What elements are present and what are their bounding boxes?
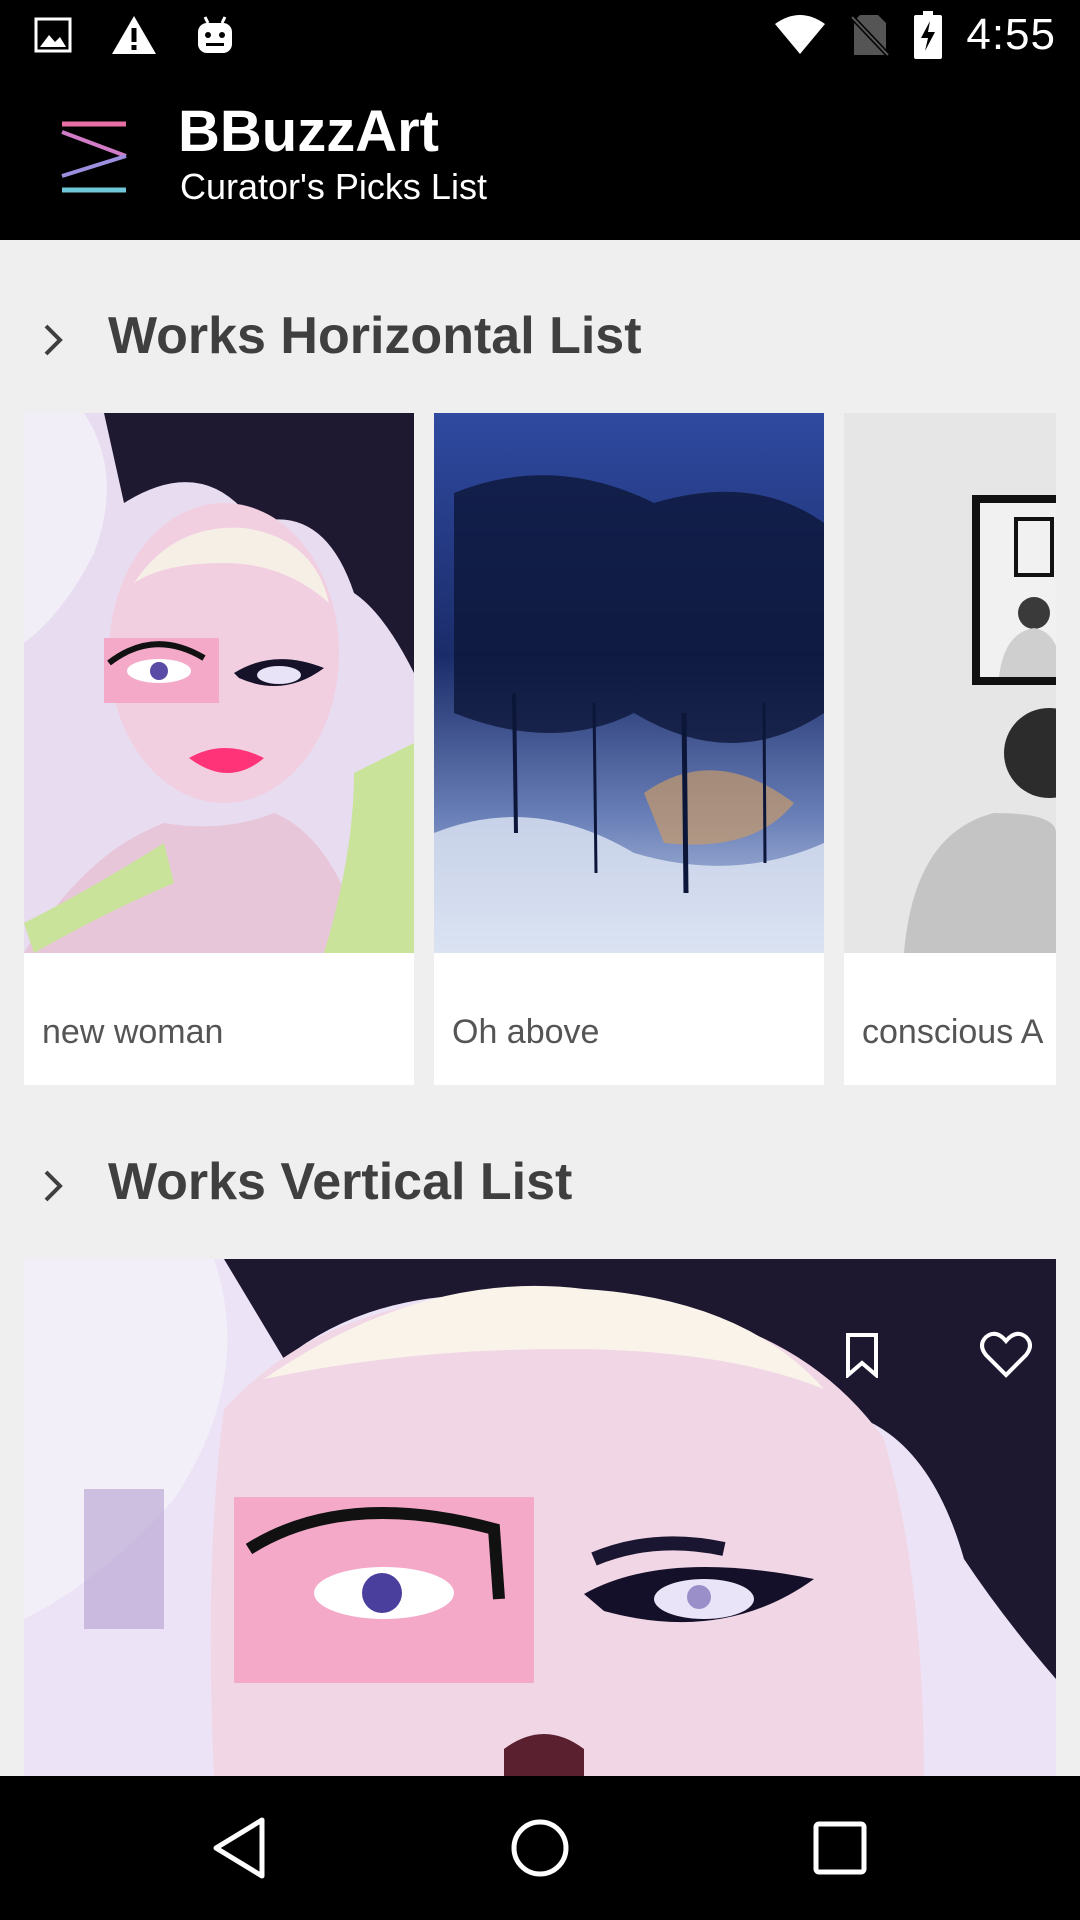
home-icon[interactable] <box>504 1812 576 1884</box>
android-icon <box>198 16 232 53</box>
heart-icon <box>980 1331 1032 1378</box>
app-title: BBuzzArt <box>178 99 439 164</box>
no-sim-icon <box>850 15 891 57</box>
vertical-work-card[interactable] <box>24 1259 1056 1776</box>
work-card[interactable]: Oh above <box>434 413 824 1085</box>
like-button[interactable] <box>976 1325 1036 1385</box>
warning-icon <box>112 16 156 54</box>
work-card[interactable]: new woman <box>24 413 414 1085</box>
section-title: Works Vertical List <box>108 1153 573 1211</box>
main-content[interactable]: Works Horizontal List new woman Oh above… <box>0 240 1080 1776</box>
artwork-image <box>434 413 824 953</box>
page-subtitle: Curator's Picks List <box>180 166 487 207</box>
section-header-vertical[interactable]: Works Vertical List <box>0 1146 1080 1226</box>
image-icon <box>34 17 72 53</box>
section-title: Works Horizontal List <box>108 307 642 365</box>
clock: 4:55 <box>966 10 1056 59</box>
wifi-icon <box>775 15 826 54</box>
work-card[interactable]: conscious A <box>844 413 1056 1085</box>
menu-logo-icon[interactable] <box>58 118 130 196</box>
artwork-image <box>24 1259 1056 1776</box>
back-icon[interactable] <box>204 1812 276 1884</box>
chevron-right-icon <box>44 324 63 356</box>
battery-charging-icon <box>914 11 943 59</box>
bookmark-icon <box>846 1333 878 1378</box>
section-header-horizontal[interactable]: Works Horizontal List <box>0 300 1080 380</box>
artwork-image <box>24 413 414 953</box>
status-bar: 4:55 <box>0 0 1080 72</box>
system-nav-bar <box>0 1776 1080 1920</box>
work-title: Oh above <box>452 1013 600 1051</box>
works-horizontal-list[interactable]: new woman Oh above conscious A <box>24 413 1056 1085</box>
bookmark-button[interactable] <box>832 1325 892 1385</box>
app-toolbar: BBuzzArt Curator's Picks List <box>0 72 1080 240</box>
work-title: new woman <box>42 1013 224 1051</box>
work-title: conscious A <box>862 1013 1044 1051</box>
recents-icon[interactable] <box>804 1812 876 1884</box>
chevron-right-icon <box>44 1170 63 1202</box>
artwork-image <box>844 413 1056 953</box>
